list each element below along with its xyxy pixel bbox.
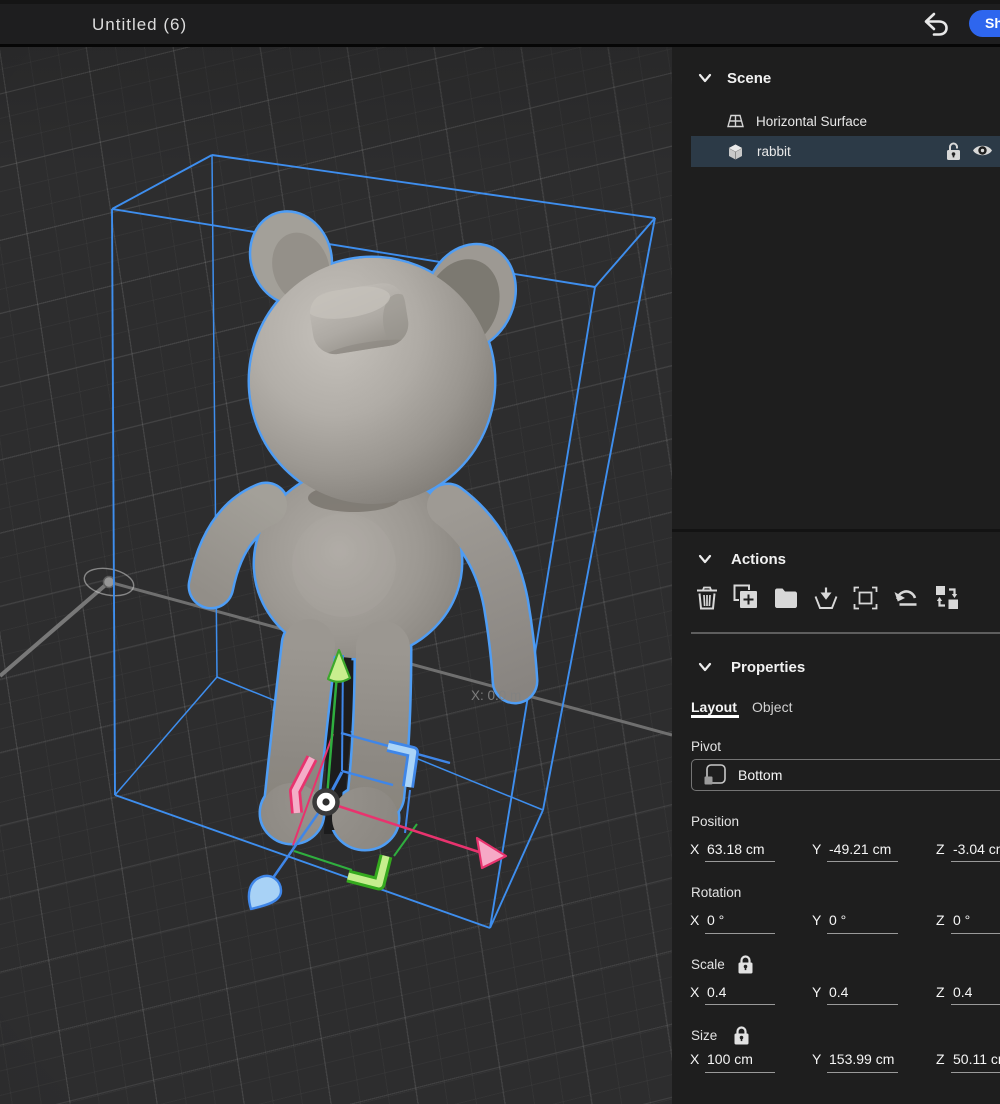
svg-text:X: 0.0 m: X: 0.0 m — [471, 688, 521, 703]
